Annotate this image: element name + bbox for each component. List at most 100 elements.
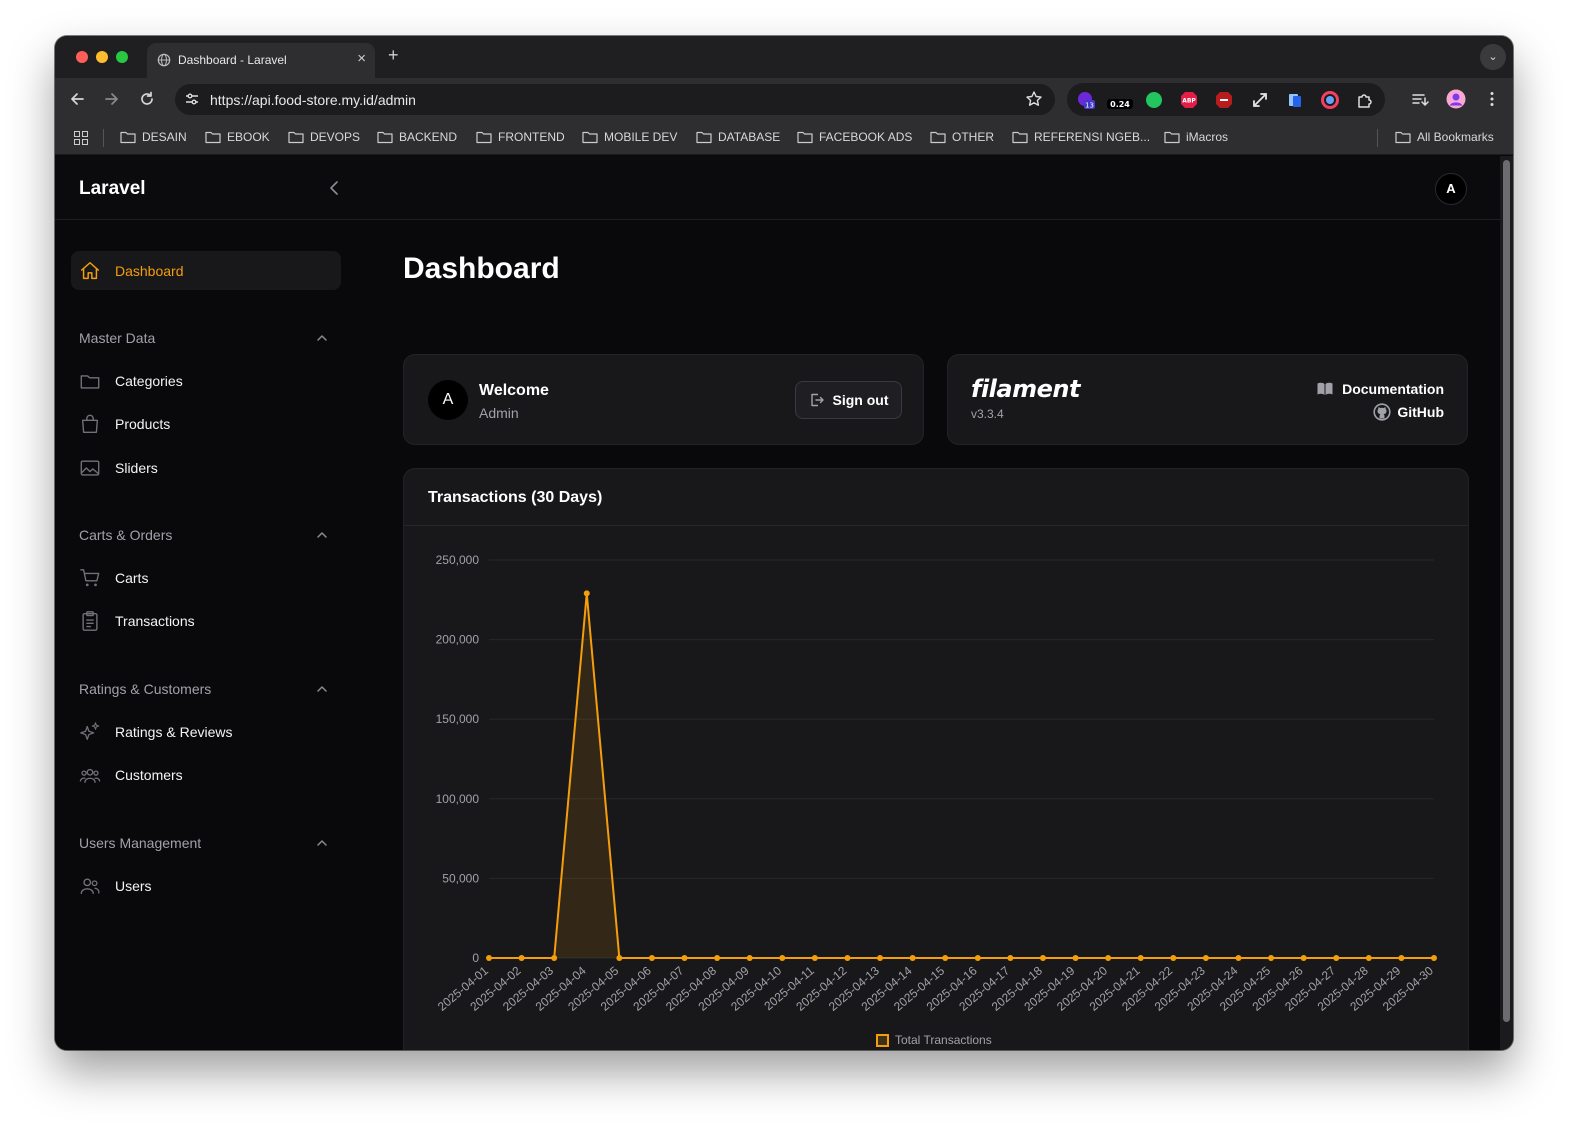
extension-copy-icon[interactable]	[1286, 91, 1304, 109]
sidebar-item-products[interactable]: Products	[79, 412, 170, 436]
folder-icon	[205, 131, 221, 144]
bookmark-folder[interactable]: DATABASE	[696, 130, 780, 144]
chart-legend[interactable]: Total Transactions	[876, 1033, 992, 1047]
documentation-label: Documentation	[1342, 381, 1444, 397]
reading-list-icon[interactable]	[1411, 90, 1429, 108]
user-group-icon	[79, 768, 101, 783]
bookmark-star-icon[interactable]	[1025, 90, 1043, 108]
profile-avatar-icon[interactable]	[1446, 89, 1466, 109]
extension-counter-icon[interactable]: 0.24	[1107, 91, 1133, 109]
url-text: https://api.food-store.my.id/admin	[210, 92, 416, 108]
expand-icon[interactable]	[1251, 91, 1269, 109]
close-window-button[interactable]	[76, 51, 88, 63]
bookmark-label: MOBILE DEV	[604, 130, 678, 144]
browser-tab[interactable]: Dashboard - Laravel ×	[147, 43, 375, 78]
data-point	[616, 955, 623, 961]
sidebar-item-dashboard[interactable]: Dashboard	[79, 259, 184, 283]
sidebar-item-ratings-reviews[interactable]: Ratings & Reviews	[79, 720, 233, 744]
data-point	[877, 955, 884, 961]
data-point	[1137, 955, 1144, 961]
chevron-up-icon[interactable]	[315, 682, 329, 696]
series-area	[489, 593, 1434, 958]
data-point	[1365, 955, 1372, 961]
series-line	[489, 592, 1434, 959]
reload-icon[interactable]	[138, 90, 156, 108]
group-users-management[interactable]: Users Management	[79, 835, 201, 851]
brand-logo[interactable]: Laravel	[79, 178, 146, 200]
group-ratings-customers[interactable]: Ratings & Customers	[79, 681, 211, 697]
sidebar-item-users[interactable]: Users	[79, 874, 152, 898]
bookmark-folder[interactable]: EBOOK	[205, 130, 270, 144]
bookmark-folder[interactable]: BACKEND	[377, 130, 457, 144]
bookmark-folder[interactable]: DEVOPS	[288, 130, 360, 144]
bookmark-label: OTHER	[952, 130, 994, 144]
group-master-data[interactable]: Master Data	[79, 330, 155, 346]
bookmark-folder[interactable]: DESAIN	[120, 130, 187, 144]
data-point	[1072, 955, 1079, 961]
bookmark-folder[interactable]: FACEBOOK ADS	[797, 130, 912, 144]
extension-green-dot-icon[interactable]	[1145, 91, 1163, 109]
chart-header: Transactions (30 Days)	[404, 469, 1468, 526]
sign-out-button[interactable]: Sign out	[795, 381, 902, 419]
y-tick-label: 250,000	[436, 553, 480, 567]
app-viewport: Laravel A Dashboard Master Data Categori…	[55, 156, 1500, 1050]
y-tick-label: 50,000	[442, 871, 479, 885]
tab-title: Dashboard - Laravel	[178, 53, 287, 67]
bookmark-label: EBOOK	[227, 130, 270, 144]
chevron-up-icon[interactable]	[315, 836, 329, 850]
tab-close-icon[interactable]: ×	[357, 50, 366, 67]
sidebar-item-customers[interactable]: Customers	[79, 763, 183, 787]
sidebar-item-transactions[interactable]: Transactions	[79, 609, 195, 633]
all-bookmarks-button[interactable]: All Bookmarks	[1395, 130, 1494, 144]
bookmark-folder[interactable]: MOBILE DEV	[582, 130, 677, 144]
user-avatar[interactable]: A	[1435, 173, 1467, 205]
y-tick-label: 200,000	[436, 633, 480, 647]
data-point	[1170, 955, 1177, 961]
sidebar-item-carts[interactable]: Carts	[79, 566, 148, 590]
data-point	[746, 955, 753, 961]
sidebar-item-label: Sliders	[115, 460, 158, 476]
extension-stop-icon[interactable]	[1215, 91, 1233, 109]
data-point	[779, 955, 786, 961]
tab-bar: Dashboard - Laravel × + ⌄	[55, 36, 1513, 78]
adblock-icon[interactable]: ABP	[1180, 91, 1198, 109]
documentation-link[interactable]: Documentation	[1316, 380, 1444, 398]
bookmark-folder[interactable]: OTHER	[930, 130, 994, 144]
tab-search-button[interactable]: ⌄	[1480, 44, 1506, 70]
forward-icon[interactable]	[103, 90, 121, 108]
scrollbar-thumb[interactable]	[1503, 160, 1510, 1022]
data-point	[681, 955, 688, 961]
address-bar[interactable]: https://api.food-store.my.id/admin	[175, 84, 1055, 115]
back-icon[interactable]	[68, 90, 86, 108]
minimize-window-button[interactable]	[96, 51, 108, 63]
more-menu-icon[interactable]	[1483, 90, 1501, 108]
bookmark-folder[interactable]: FRONTEND	[476, 130, 565, 144]
new-tab-button[interactable]: +	[388, 46, 399, 64]
extensions-puzzle-icon[interactable]	[1356, 91, 1374, 109]
y-tick-label: 150,000	[436, 712, 480, 726]
sidebar: Dashboard Master Data Categories Product…	[55, 220, 355, 1050]
apps-grid-icon[interactable]	[74, 131, 88, 145]
color-picker-icon[interactable]	[1321, 91, 1339, 109]
sidebar-item-categories[interactable]: Categories	[79, 369, 183, 393]
bookmark-folder[interactable]: iMacros	[1164, 130, 1228, 144]
y-tick-label: 100,000	[436, 792, 480, 806]
extension-shield-icon[interactable]: 13	[1077, 91, 1095, 109]
site-settings-icon[interactable]	[184, 91, 200, 107]
data-point	[1235, 955, 1242, 961]
group-carts-orders[interactable]: Carts & Orders	[79, 527, 172, 543]
sidebar-item-sliders[interactable]: Sliders	[79, 456, 158, 480]
page-scrollbar[interactable]	[1500, 156, 1513, 1050]
sidebar-item-label: Dashboard	[115, 263, 184, 279]
welcome-role: Admin	[479, 405, 519, 421]
sidebar-item-label: Categories	[115, 373, 183, 389]
maximize-window-button[interactable]	[116, 51, 128, 63]
folder-icon	[1164, 131, 1180, 144]
bookmark-folder[interactable]: REFERENSI NGEB...	[1012, 130, 1150, 144]
bookmark-label: iMacros	[1186, 130, 1229, 144]
collapse-sidebar-icon[interactable]	[327, 180, 343, 196]
github-link[interactable]: GitHub	[1373, 403, 1444, 421]
data-point	[1431, 955, 1437, 961]
chevron-up-icon[interactable]	[315, 528, 329, 542]
chevron-up-icon[interactable]	[315, 331, 329, 345]
